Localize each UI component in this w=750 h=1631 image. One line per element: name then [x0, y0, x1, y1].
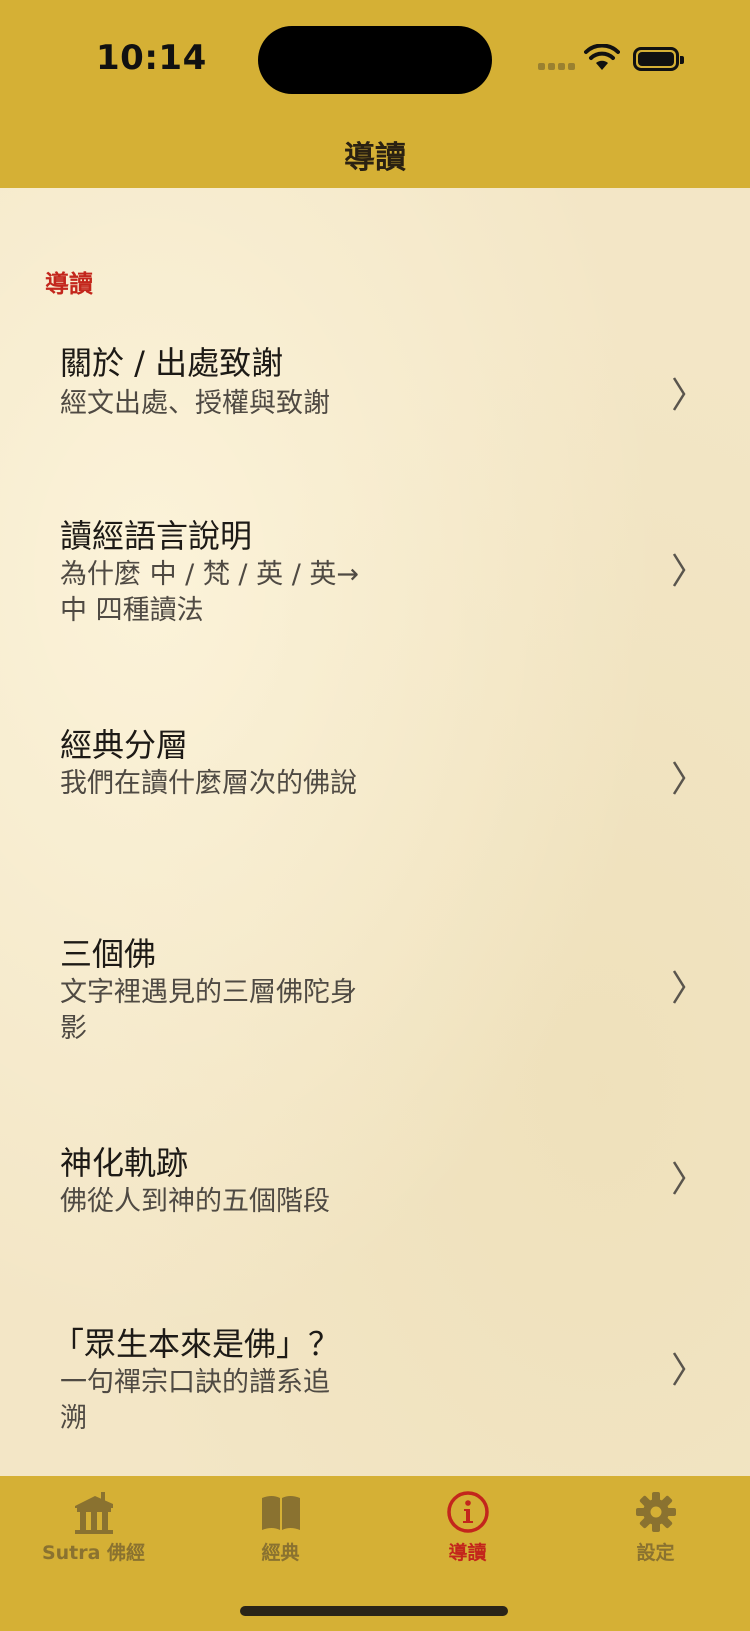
list-item-title: 「眾生本來是佛」？: [52, 1325, 341, 1363]
navigation-bar: 導讀: [0, 120, 750, 188]
dynamic-island: [258, 26, 492, 94]
tab-scriptures[interactable]: 經典: [187, 1476, 374, 1586]
chevron-right-icon: [672, 553, 686, 587]
chevron-right-icon: [672, 1352, 686, 1386]
list-item-title: 關於 / 出處致謝: [60, 344, 284, 382]
tab-label: 導讀: [448, 1542, 487, 1564]
tab-settings[interactable]: 設定: [562, 1476, 749, 1586]
status-time: 10:14: [96, 38, 207, 78]
cellular-signal-icon: [538, 63, 575, 70]
wifi-icon: [584, 44, 620, 70]
list-item-title: 神化軌跡: [60, 1144, 189, 1182]
status-bar: 10:14: [0, 0, 750, 120]
list-item-deification[interactable]: 神化軌跡 佛從人到神的五個階段: [0, 1138, 750, 1258]
chevron-right-icon: [672, 377, 686, 411]
page-title: 導讀: [344, 139, 406, 176]
list-item-subtitle: 文字裡遇見的三層佛陀身影: [60, 977, 357, 1044]
tab-sutra[interactable]: Sutra 佛經: [0, 1476, 187, 1586]
list-item-chan-saying[interactable]: 「眾生本來是佛」？ 一句禪宗口訣的譜系追溯: [0, 1319, 750, 1469]
guide-list[interactable]: 導讀 關於 / 出處致謝 經文出處、授權與致謝 讀經語言說明 為什麼 中 / 梵…: [0, 188, 750, 1476]
list-item-title: 三個佛: [60, 935, 157, 973]
tab-label: 設定: [636, 1542, 675, 1564]
list-item-about[interactable]: 關於 / 出處致謝 經文出處、授權與致謝: [0, 338, 750, 478]
list-item-subtitle: 一句禪宗口訣的譜系追溯: [60, 1367, 330, 1434]
section-header: 導讀: [45, 270, 93, 298]
list-item-title: 讀經語言說明: [60, 517, 253, 555]
list-item-subtitle: 經文出處、授權與致謝: [60, 388, 330, 419]
list-item-subtitle: 我們在讀什麼層次的佛說: [60, 768, 357, 799]
tab-guide[interactable]: 導讀: [374, 1476, 561, 1586]
list-item-subtitle: 為什麼 中 / 梵 / 英 / 英→中 四種讀法: [60, 559, 359, 626]
info-icon: [446, 1491, 489, 1533]
chevron-right-icon: [672, 1161, 686, 1195]
list-item-subtitle: 佛從人到神的五個階段: [60, 1186, 330, 1217]
temple-icon: [74, 1492, 113, 1534]
chevron-right-icon: [672, 970, 686, 1004]
list-item-language[interactable]: 讀經語言說明 為什麼 中 / 梵 / 英 / 英→中 四種讀法: [0, 511, 750, 661]
chevron-right-icon: [672, 761, 686, 795]
list-item-three-buddhas[interactable]: 三個佛 文字裡遇見的三層佛陀身影: [0, 929, 750, 1079]
home-indicator: [240, 1606, 508, 1616]
tab-label: 經典: [261, 1542, 300, 1564]
list-item-layers[interactable]: 經典分層 我們在讀什麼層次的佛說: [0, 720, 750, 870]
gear-icon: [635, 1492, 676, 1532]
battery-icon: [633, 47, 684, 71]
list-item-title: 經典分層: [60, 726, 189, 764]
book-icon: [261, 1496, 300, 1530]
tab-label: Sutra 佛經: [41, 1542, 146, 1564]
